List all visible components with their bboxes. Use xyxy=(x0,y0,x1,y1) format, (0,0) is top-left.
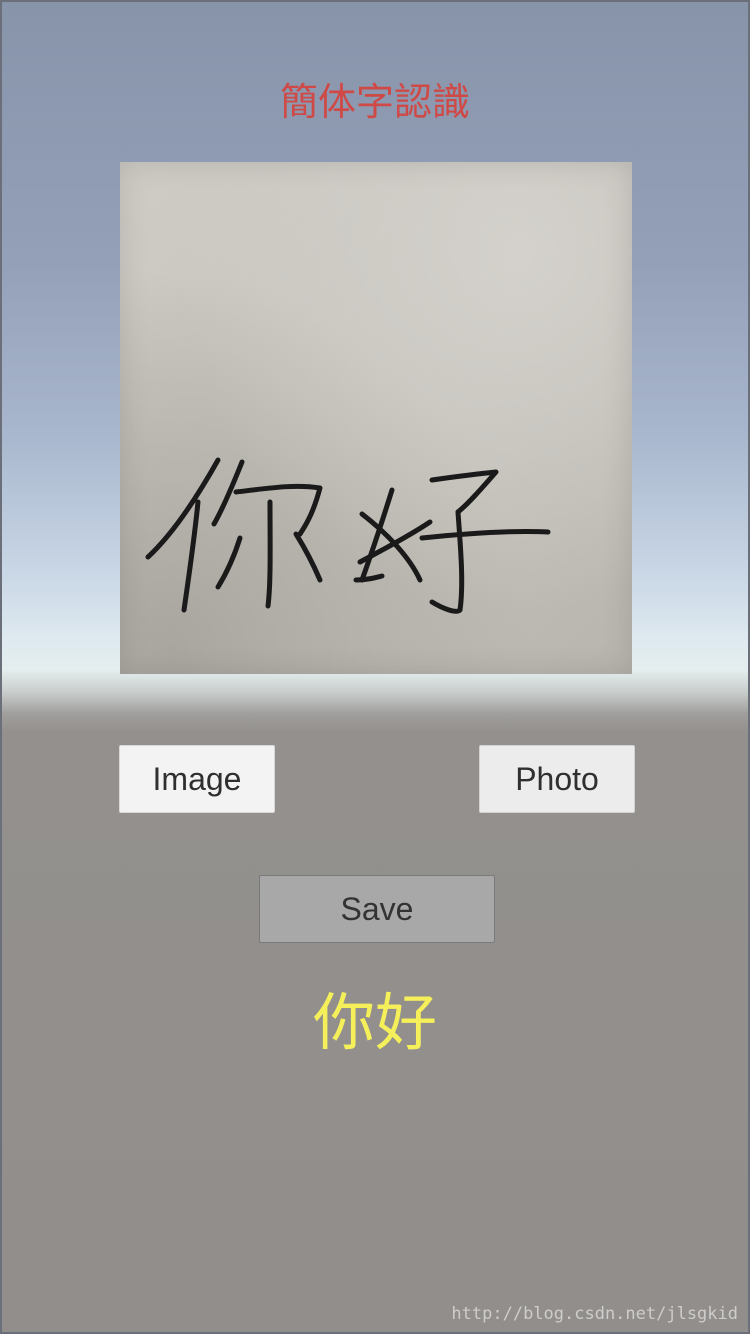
page-title: 簡体字認識 xyxy=(279,80,470,124)
recognition-result: 你好 xyxy=(312,986,437,1059)
save-button[interactable]: Save xyxy=(259,875,495,943)
watermark: http://blog.csdn.net/jlsgkid xyxy=(451,1304,738,1324)
photo-button[interactable]: Photo xyxy=(479,745,635,813)
image-button[interactable]: Image xyxy=(119,745,275,813)
app-screen: 簡体字認識 Image Photo Save 你好 http://blog.cs… xyxy=(0,0,750,1334)
handwritten-characters xyxy=(145,457,551,614)
handwriting-photo xyxy=(120,162,632,674)
